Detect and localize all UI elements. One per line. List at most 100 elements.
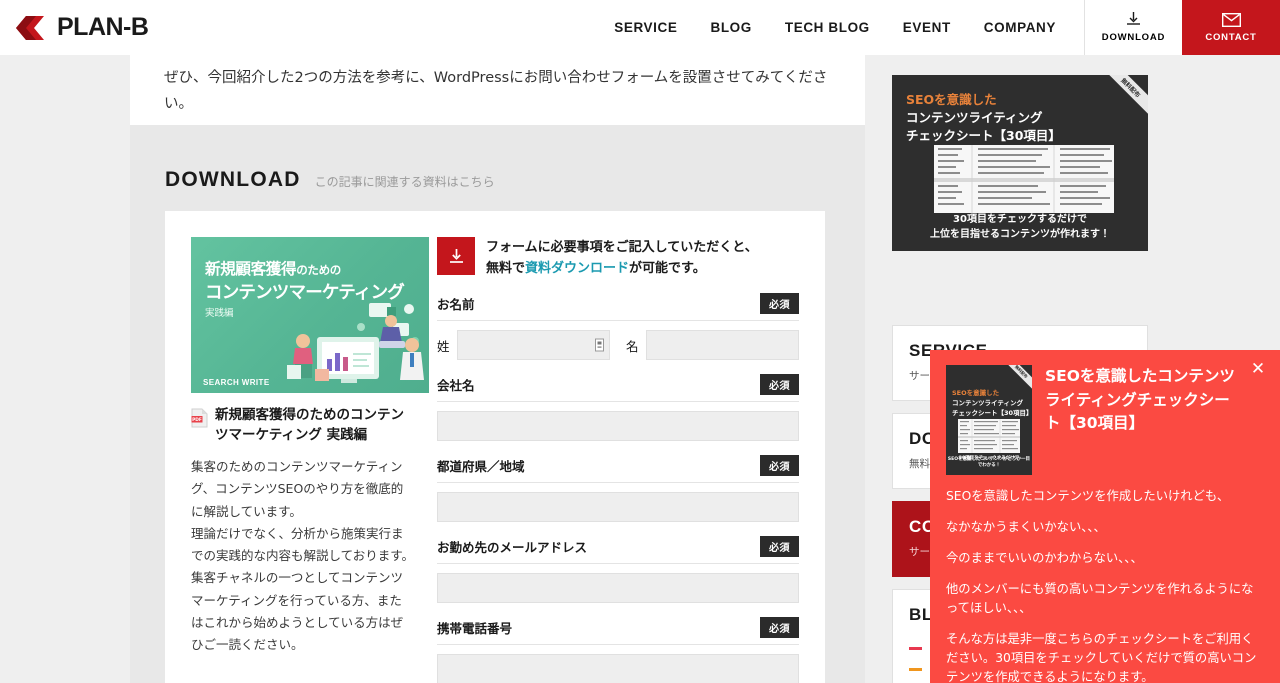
prefecture-input[interactable] bbox=[437, 492, 799, 523]
popup-thumb-line2: コンテンツライティング bbox=[952, 399, 1023, 407]
header-download-label: DOWNLOAD bbox=[1101, 32, 1166, 43]
form-banner-text: フォームに必要事項をご記入していただくと、 無料で資料ダウンロードが可能です。 bbox=[486, 237, 758, 279]
cover-line1: 新規顧客獲得のための bbox=[205, 260, 342, 278]
popup-thumb-ribbon: 無料配布 bbox=[1000, 365, 1032, 393]
required-badge: 必須 bbox=[760, 617, 799, 639]
download-section-title: DOWNLOAD bbox=[165, 168, 301, 191]
form-field-phone: 携帯電話番号 必須 bbox=[437, 617, 799, 683]
banner-ribbon: 無料配布 bbox=[1098, 75, 1148, 120]
download-form: フォームに必要事項をご記入していただくと、 無料で資料ダウンロードが可能です。 … bbox=[430, 211, 825, 683]
form-name-inputs: 姓 名 bbox=[437, 330, 799, 361]
cover-illustration-icon bbox=[287, 303, 424, 383]
last-name-prefix: 姓 bbox=[437, 338, 450, 354]
popup-thumb-line3: チェックシート【30項目】 bbox=[952, 409, 1032, 417]
last-name-field bbox=[457, 330, 610, 361]
popup-paragraph: 今のままでいいのかわからない、、、 bbox=[946, 551, 1143, 566]
download-card: 新規顧客獲得のための コンテンツマーケティング 実践編 SEARCH WRITE… bbox=[165, 211, 825, 683]
site-header: PLAN-B SERVICE BLOG TECH BLOG EVENT COMP… bbox=[0, 0, 1280, 55]
download-card-left: 新規顧客獲得のための コンテンツマーケティング 実践編 SEARCH WRITE… bbox=[165, 211, 430, 683]
form-field-email: お勤め先のメールアドレス 必須 bbox=[437, 536, 799, 604]
form-field-name-label: お名前 bbox=[437, 297, 475, 313]
form-banner-line1: フォームに必要事項をご記入していただくと、 bbox=[486, 240, 758, 255]
download-section-subtitle: この記事に関連する資料はこちら bbox=[314, 175, 495, 189]
checksheet-table-icon bbox=[958, 419, 1020, 453]
mail-icon bbox=[1221, 12, 1241, 27]
popup-paragraph: 他のメンバーにも質の高いコンテンツを作れるようになってほしい、、、 bbox=[946, 582, 1254, 616]
checksheet-table-icon bbox=[934, 145, 1114, 213]
form-banner-line2-post: が可能です。 bbox=[629, 261, 706, 277]
nav-item-event[interactable]: EVENT bbox=[903, 20, 951, 35]
form-field-company: 会社名 必須 bbox=[437, 374, 799, 442]
header-contact-label: CONTACT bbox=[1205, 31, 1257, 43]
form-field-email-labelline: お勤め先のメールアドレス 必須 bbox=[437, 536, 799, 565]
popup-header: 無料配布 SEOを意識した コンテンツライティング チェックシート【30項目】 bbox=[930, 350, 1280, 475]
email-input[interactable] bbox=[437, 573, 799, 604]
cover-line2: コンテンツマーケティング bbox=[205, 283, 405, 303]
nav-item-blog[interactable]: BLOG bbox=[710, 20, 751, 35]
popup-thumbnail[interactable]: 無料配布 SEOを意識した コンテンツライティング チェックシート【30項目】 bbox=[946, 365, 1032, 475]
first-name-prefix: 名 bbox=[626, 338, 639, 354]
header-download-button[interactable]: DOWNLOAD bbox=[1084, 0, 1182, 55]
document-title: 新規顧客獲得のためのコンテンツマーケティング 実践編 bbox=[215, 407, 404, 443]
popup-paragraph: そんな方は是非一度こちらのチェックシートをご利用ください。30項目をチェックして… bbox=[946, 632, 1257, 683]
required-badge: 必須 bbox=[760, 455, 799, 477]
banner-line1: SEOを意識した bbox=[906, 92, 997, 107]
brand-logo[interactable]: PLAN-B bbox=[0, 0, 149, 55]
article-closing: ぜひ、今回紹介した2つの方法を参考に、WordPressにお問い合わせフォームを… bbox=[130, 55, 865, 125]
download-link[interactable]: 資料ダウンロード bbox=[525, 261, 629, 276]
popup-thumb-line1: SEOを意識した bbox=[952, 389, 1000, 397]
banner-line2: コンテンツライティング bbox=[906, 110, 1043, 125]
nav-item-tech-blog[interactable]: TECH BLOG bbox=[785, 20, 870, 35]
last-name-input[interactable] bbox=[457, 330, 610, 361]
planb-logo-icon bbox=[16, 15, 44, 40]
page-root: PLAN-B SERVICE BLOG TECH BLOG EVENT COMP… bbox=[0, 0, 1280, 683]
required-badge: 必須 bbox=[760, 536, 799, 558]
download-popup: ✕ 無料配布 SEOを意識した コンテンツライティング チェックシート【30項目… bbox=[930, 350, 1280, 683]
form-field-prefecture-labelline: 都道府県／地域 必須 bbox=[437, 455, 799, 484]
first-name-field bbox=[646, 330, 799, 361]
document-description: 集客のためのコンテンツマーケティング、コンテンツSEOのやり方を徹底的に解説して… bbox=[191, 459, 415, 653]
required-badge: 必須 bbox=[760, 374, 799, 396]
form-field-company-labelline: 会社名 必須 bbox=[437, 374, 799, 403]
form-field-phone-labelline: 携帯電話番号 必須 bbox=[437, 617, 799, 646]
download-section: DOWNLOAD この記事に関連する資料はこちら 新規顧客獲得のための コンテン… bbox=[130, 125, 865, 683]
header-contact-button[interactable]: CONTACT bbox=[1182, 0, 1280, 55]
article-closing-text: ぜひ、今回紹介した2つの方法を参考に、WordPressにお問い合わせフォームを… bbox=[164, 70, 828, 113]
first-name-input[interactable] bbox=[646, 330, 799, 361]
form-field-name: お名前 必須 姓 名 bbox=[437, 293, 799, 361]
brand-name: PLAN-B bbox=[57, 13, 149, 41]
required-badge: 必須 bbox=[760, 293, 799, 315]
form-field-phone-label: 携帯電話番号 bbox=[437, 621, 513, 637]
nav-item-service[interactable]: SERVICE bbox=[614, 20, 677, 35]
ebook-cover-image[interactable]: 新規顧客獲得のための コンテンツマーケティング 実践編 SEARCH WRITE bbox=[191, 237, 429, 393]
form-banner: フォームに必要事項をご記入していただくと、 無料で資料ダウンロードが可能です。 bbox=[437, 237, 799, 279]
cover-line3: 実践編 bbox=[205, 308, 234, 319]
phone-input[interactable] bbox=[437, 654, 799, 683]
popup-title: SEOを意識したコンテンツライティングチェックシート【30項目】 bbox=[1045, 367, 1235, 433]
form-banner-line2-pre: 無料で bbox=[486, 261, 526, 277]
category-dash-icon bbox=[909, 668, 922, 671]
popup-thumb-sheet bbox=[958, 419, 1020, 453]
form-download-icon-box bbox=[437, 237, 475, 275]
banner-footer2: 上位を目指せるコンテンツが作れます！ bbox=[930, 229, 1110, 240]
cover-brand: SEARCH WRITE bbox=[203, 378, 270, 387]
company-input[interactable] bbox=[437, 411, 799, 442]
popup-thumb-footer2: SEOを意識したコンテンツかどうか一目でわかる！ bbox=[947, 457, 1031, 468]
download-section-header: DOWNLOAD この記事に関連する資料はこちら bbox=[130, 125, 865, 192]
form-field-prefecture-label: 都道府県／地域 bbox=[437, 459, 525, 475]
document-title-row: PDF 新規顧客獲得のためのコンテンツマーケティング 実践編 bbox=[191, 406, 430, 445]
download-icon bbox=[1127, 12, 1140, 25]
form-field-name-labelline: お名前 必須 bbox=[437, 293, 799, 322]
pdf-file-icon: PDF bbox=[191, 408, 208, 428]
main-nav: SERVICE BLOG TECH BLOG EVENT COMPANY bbox=[148, 0, 1084, 55]
popup-paragraph: なかなかうまくいかない、、、 bbox=[946, 520, 1106, 535]
sidebar-banner-checksheet[interactable]: 無料配布 SEOを意識した コンテンツライティング チェックシート【30項目】 bbox=[892, 75, 1148, 251]
download-icon bbox=[449, 248, 463, 263]
popup-body: SEOを意識したコンテンツを作成したいけれども、 なかなかうまくいかない、、、 … bbox=[930, 487, 1280, 683]
svg-text:PDF: PDF bbox=[192, 417, 202, 423]
nav-item-company[interactable]: COMPANY bbox=[984, 20, 1056, 35]
form-field-company-label: 会社名 bbox=[437, 378, 475, 394]
banner-footer1: 30項目をチェックするだけで bbox=[953, 214, 1087, 225]
popup-close-icon[interactable]: ✕ bbox=[1247, 358, 1269, 380]
form-field-prefecture: 都道府県／地域 必須 bbox=[437, 455, 799, 523]
